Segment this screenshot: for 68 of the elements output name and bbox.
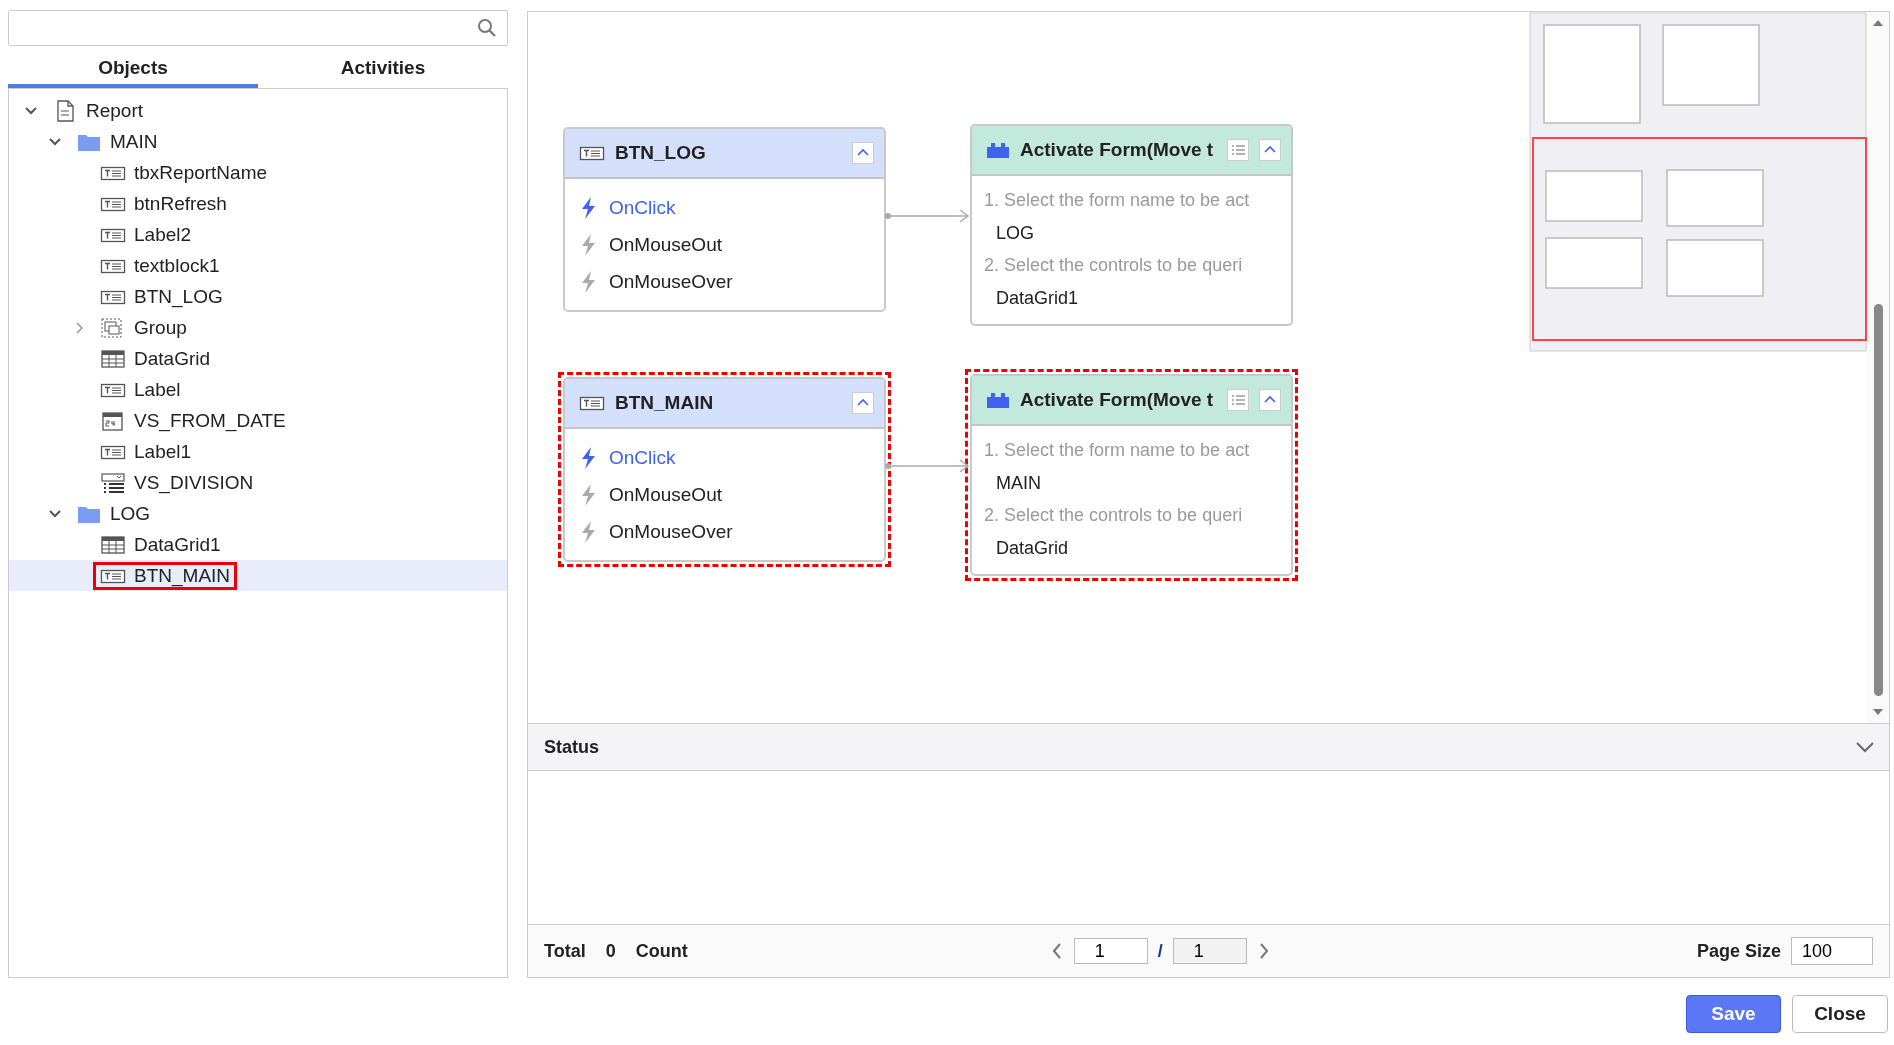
save-button[interactable]: Save	[1686, 995, 1781, 1033]
block-icon	[986, 141, 1010, 159]
search-icon[interactable]	[477, 18, 497, 38]
event-node[interactable]: BTN_LOG OnClick OnMouseOut OnMouseOver	[563, 127, 886, 312]
tree-item-label[interactable]: VS_DIVISION	[134, 471, 254, 494]
step-prompt: 1. Select the form name to be act	[984, 439, 1251, 462]
total-pages-field[interactable]: 1	[1172, 938, 1247, 964]
search-field[interactable]	[8, 10, 508, 46]
page-separator: /	[1157, 940, 1163, 962]
collapse-button[interactable]	[1259, 389, 1281, 411]
event-label[interactable]: OnMouseOver	[609, 520, 733, 543]
list-button[interactable]	[1227, 139, 1249, 161]
event-label[interactable]: OnClick	[609, 196, 676, 219]
tab[interactable]: Activities	[258, 52, 508, 88]
tree-item-label[interactable]: MAIN	[110, 130, 158, 153]
status-header[interactable]: Status	[528, 724, 1889, 771]
page-field[interactable]: 1	[1073, 938, 1148, 964]
step-value: LOG	[995, 222, 1035, 245]
tree-item-label[interactable]: DataGrid1	[134, 533, 221, 556]
tab[interactable]: Objects	[8, 52, 258, 88]
event-label[interactable]: OnMouseOut	[609, 233, 722, 256]
event-label[interactable]: OnMouseOut	[609, 483, 722, 506]
count-label: Count	[635, 940, 688, 962]
tree-item-label[interactable]: DataGrid	[134, 347, 211, 370]
collapse-button[interactable]	[852, 392, 874, 414]
tree-item-label[interactable]: BTN_MAIN	[134, 564, 231, 587]
tree-item-label[interactable]: Group	[134, 316, 187, 339]
collapse-button[interactable]	[852, 142, 874, 164]
tree-item-label[interactable]: Label	[134, 378, 181, 401]
action-node[interactable]: Activate Form(Move t 1. Select the form name to be act MAIN 2. Select the controls to be queri DataGrid	[970, 374, 1293, 576]
calendar-icon	[100, 409, 126, 432]
node-title: Activate Form(Move t	[1020, 139, 1215, 161]
tree-item-label[interactable]: BTN_LOG	[134, 285, 223, 308]
event-label[interactable]: OnClick	[609, 446, 676, 469]
event-label[interactable]: OnMouseOver	[609, 270, 733, 293]
step-prompt: 2. Select the controls to be queri	[984, 504, 1244, 527]
list-button[interactable]	[1227, 389, 1249, 411]
close-button[interactable]: Close	[1792, 995, 1888, 1033]
collapse-button[interactable]	[1259, 139, 1281, 161]
block-icon	[986, 391, 1010, 409]
tree-item-label[interactable]: Label1	[134, 440, 192, 463]
tree-item-label[interactable]: tbxReportName	[134, 161, 268, 184]
tree-item-label[interactable]: VS_FROM_DATE	[134, 409, 286, 432]
tree-item-label[interactable]: LOG	[110, 502, 151, 525]
node-title: BTN_MAIN	[615, 392, 715, 414]
count-value: 0	[605, 940, 616, 962]
tree-item-label[interactable]: btnRefresh	[134, 192, 227, 215]
tree-item-label[interactable]: Report	[86, 99, 144, 122]
table-icon	[100, 533, 126, 556]
node-title: BTN_LOG	[615, 142, 707, 164]
list-icon	[100, 471, 126, 494]
node-title: Activate Form(Move t	[1020, 389, 1215, 411]
tree-item-label[interactable]: Label2	[134, 223, 192, 246]
action-node[interactable]: Activate Form(Move t 1. Select the form name to be act LOG 2. Select the controls to be queri DataGrid1	[970, 124, 1293, 326]
step-value: DataGrid1	[995, 287, 1080, 310]
step-value: DataGrid	[995, 537, 1070, 560]
step-prompt: 1. Select the form name to be act	[984, 189, 1251, 212]
page-size-label: Page Size	[1696, 940, 1781, 962]
tree-item-label[interactable]: textblock1	[134, 254, 220, 277]
chevron-down-icon[interactable]	[1855, 740, 1875, 754]
page-size-field[interactable]: 100	[1791, 937, 1873, 965]
tree-item[interactable]: BTN_MAIN	[9, 560, 507, 591]
status-title: Status	[544, 736, 599, 758]
total-label: Total	[544, 940, 586, 962]
table-icon	[100, 347, 126, 370]
step-prompt: 2. Select the controls to be queri	[984, 254, 1244, 277]
event-node[interactable]: BTN_MAIN OnClick OnMouseOut OnMouseOver	[563, 377, 886, 562]
step-value: MAIN	[995, 472, 1042, 495]
